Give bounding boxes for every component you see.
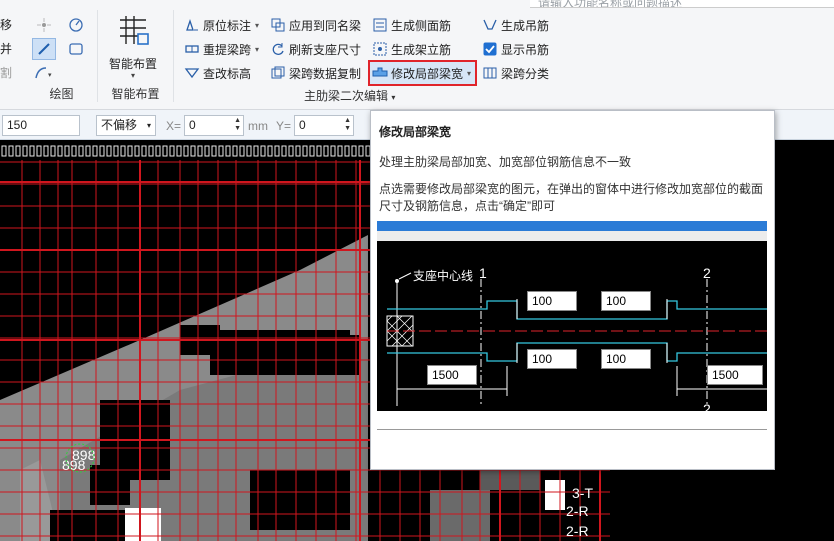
chevron-down-icon: ▾ [255,44,260,54]
diagram-dim: 100 [527,349,577,369]
diagram-dim: 100 [601,349,651,369]
move-command[interactable]: 移 [0,16,22,40]
y-offset-input[interactable]: 0 ▲ ▼ [294,115,354,136]
spinner-icon[interactable]: ▲ ▼ [344,117,351,133]
erection-rebar-icon [372,41,388,57]
annotation-icon [184,17,200,33]
smart-layout-button-label: 智能布置 [108,57,157,71]
re-extract-span-label: 重提梁跨 [203,42,252,57]
modify-local-beam-width-label: 修改局部梁宽 [391,66,464,81]
offset-select[interactable]: 不偏移 ▾ [96,115,156,136]
y-offset-value: 0 [299,118,306,132]
size-input[interactable]: 150 [2,115,80,136]
check-elevation-label: 查改标高 [203,66,252,81]
smart-layout-button[interactable]: 智能布置 ▾ [102,14,164,80]
rotate-point-icon[interactable] [64,14,88,36]
split-command[interactable]: 割 [0,64,22,88]
span-classify-label: 梁跨分类 [501,66,550,81]
search-placeholder: 请输入功能名称或问题描述 [538,0,683,8]
rectangle-icon[interactable] [64,38,88,60]
chevron-down-icon: ▾ [467,68,472,78]
checkbox-checked-icon [482,41,498,57]
beam-edit-group-label[interactable]: 主肋梁二次编辑 ▾ [304,87,395,104]
tooltip-instructions: 点选需要修改局部梁宽的图元，在弹出的窗体中进行修改加宽部位的截面尺寸及钢筋信息，… [379,182,764,213]
ribbon: 请输入功能名称或问题描述 移 并 割 ▾ 绘图 智能布置 ▾ 智能布置 原位标注… [0,0,834,110]
offset-select-value: 不偏移 [101,118,138,132]
x-offset-value: 0 [189,118,196,132]
apply-same-name-button[interactable]: 应用到同名梁 [270,14,361,36]
chevron-down-icon: ▾ [130,71,135,80]
line-icon[interactable] [32,38,56,60]
diagram-axis-2: 2 [703,265,711,281]
tooltip-divider [377,429,767,430]
in-place-annotation-label: 原位标注 [203,18,252,33]
classify-icon [482,65,498,81]
left-stub: 移 并 割 [0,16,22,88]
refresh-support-size-button[interactable]: 刷新支座尺寸 [270,38,361,60]
diagram-support-label: 支座中心线 [413,269,474,283]
tooltip-summary: 处理主肋梁局部加宽、加宽部位钢筋信息不一致 [379,155,632,169]
command-tooltip: 修改局部梁宽 处理主肋梁局部加宽、加宽部位钢筋信息不一致 点选需要修改局部梁宽的… [370,110,775,470]
diagram-dim: 1500 [707,365,763,385]
canvas-label: 2-R [566,503,589,519]
tooltip-title: 修改局部梁宽 [379,125,452,139]
x-label: X= [166,119,182,133]
refresh-icon [270,41,286,57]
point-icon[interactable] [32,14,56,36]
show-hanger-checkbox[interactable]: 显示吊筋 [482,38,549,60]
x-unit: mm [248,119,268,133]
arc-icon[interactable]: ▾ [32,62,56,84]
copy-span-data-label: 梁跨数据复制 [289,66,362,81]
smart-layout-group: 智能布置 ▾ 智能布置 [98,10,174,102]
draw-group-label: 绘图 [49,87,74,101]
tooltip-diagram: 支座中心线 1 2 2 100 100 100 100 1500 1500 [377,221,767,411]
chevron-down-icon: ▾ [391,93,396,102]
diagram-axis-1: 1 [479,265,487,281]
search-input[interactable]: 请输入功能名称或问题描述 [530,0,834,8]
side-rebar-icon [372,17,388,33]
canvas-label: 3-T [572,485,593,501]
apply-same-name-label: 应用到同名梁 [289,18,362,33]
hanger-icon [482,17,498,33]
gen-side-rebar-label: 生成侧面筋 [391,18,452,33]
y-label: Y= [276,119,292,133]
diagram-dim: 100 [527,291,577,311]
smart-layout-icon [120,16,149,45]
merge-command[interactable]: 并 [0,40,22,64]
modify-local-beam-width-button[interactable]: 修改局部梁宽 ▾ [368,60,478,86]
diagram-dim: 100 [601,291,651,311]
refresh-support-size-label: 刷新支座尺寸 [289,42,362,57]
svg-text:▾: ▾ [48,72,52,79]
copy-icon [270,65,286,81]
chevron-down-icon: ▾ [146,121,151,130]
beam-edit-group: 原位标注 ▾ 重提梁跨 ▾ 查改标高 应用到同名梁 刷新支座尺寸 梁跨数据复制 生成… [176,10,556,106]
canvas-label: 2-R [566,523,589,539]
local-width-icon [372,65,388,81]
chevron-down-icon: ▾ [255,20,260,30]
gen-erection-rebar-button[interactable]: 生成架立筋 [372,38,451,60]
diagram-dim: 1500 [427,365,477,385]
re-extract-span-button[interactable]: 重提梁跨 ▾ [184,38,259,60]
beam-span-icon [184,41,200,57]
copy-span-data-button[interactable]: 梁跨数据复制 [270,62,361,84]
x-offset-input[interactable]: 0 ▲ ▼ [184,115,244,136]
apply-icon [270,17,286,33]
gen-erection-rebar-label: 生成架立筋 [391,42,452,57]
spinner-icon[interactable]: ▲ ▼ [234,117,241,133]
show-hanger-label: 显示吊筋 [501,42,550,57]
gen-hanger-rebar-button[interactable]: 生成吊筋 [482,14,549,36]
draw-group: ▾ 绘图 [26,10,98,102]
check-elevation-button[interactable]: 查改标高 [184,62,251,84]
gen-hanger-rebar-label: 生成吊筋 [501,18,550,33]
span-classify-button[interactable]: 梁跨分类 [482,62,549,84]
gen-side-rebar-button[interactable]: 生成侧面筋 [372,14,451,36]
diagram-axis-2b: 2 [703,401,711,411]
elevation-icon [184,65,200,81]
in-place-annotation-button[interactable]: 原位标注 ▾ [184,14,259,36]
smart-group-label: 智能布置 [111,87,160,101]
